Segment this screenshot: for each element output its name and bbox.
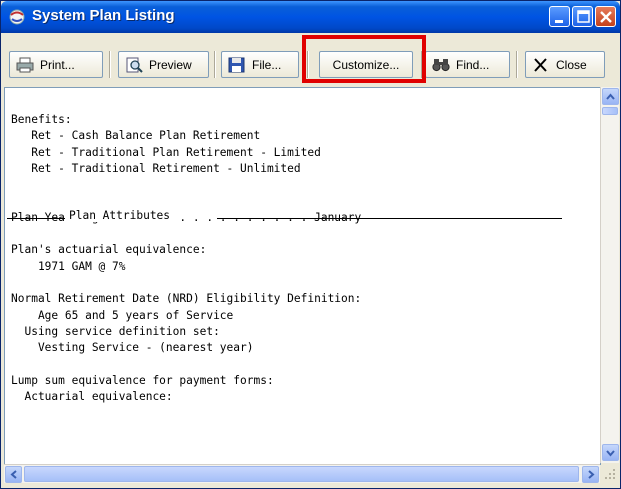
scroll-down-button[interactable] [602,444,619,461]
vertical-scrollbar[interactable] [600,87,619,463]
file-label: File... [252,57,282,72]
print-label: Print... [40,57,75,72]
preview-button[interactable]: Preview [118,51,209,78]
preview-icon [126,57,143,73]
horizontal-scroll-thumb[interactable] [24,466,579,482]
printer-icon [16,57,34,72]
toolbar-separator [516,51,518,78]
horizontal-scrollbar[interactable] [4,464,600,483]
toolbar: Print... Preview File... Customize... Fi… [1,33,620,87]
chevron-left-icon [10,470,17,479]
toolbar-separator [214,51,216,78]
customize-button[interactable]: Customize... [319,51,413,78]
find-button[interactable]: Find... [425,51,510,78]
window-close-button[interactable] [595,6,616,27]
vertical-scroll-thumb[interactable] [602,107,618,115]
chevron-up-icon [606,93,615,100]
minimize-button[interactable] [549,6,570,27]
resize-grip-icon [605,469,615,479]
close-button[interactable]: Close [525,51,605,78]
window-close-icon [600,11,612,23]
section-title: Plan Attributes [65,209,175,222]
chevron-right-icon [588,470,595,479]
window-title: System Plan Listing [32,7,175,24]
section-rule-right [217,218,562,219]
minimize-icon [555,20,563,23]
resize-grip[interactable] [601,465,618,482]
file-button[interactable]: File... [221,51,299,78]
listing-content[interactable]: Benefits: Ret - Cash Balance Plan Retire… [4,87,601,465]
toolbar-separator [421,51,423,78]
close-label: Close [556,57,587,72]
preview-label: Preview [149,57,192,72]
scroll-left-button[interactable] [5,466,22,483]
find-label: Find... [456,57,490,72]
plan-listing-text: Benefits: Ret - Cash Balance Plan Retire… [11,113,362,404]
customize-label: Customize... [332,57,400,72]
app-icon [9,9,25,25]
system-plan-listing-window: System Plan Listing Print... Preview Fil… [0,0,621,489]
binoculars-icon [432,58,450,71]
toolbar-separator [109,51,111,78]
maximize-icon [577,10,590,23]
close-x-icon [534,57,547,72]
scroll-up-button[interactable] [602,88,619,105]
maximize-button[interactable] [572,6,593,27]
section-rule-left [7,218,65,219]
scroll-right-button[interactable] [582,466,599,483]
chevron-down-icon [606,450,615,457]
floppy-disk-icon [228,57,245,72]
toolbar-separator [307,51,309,78]
print-button[interactable]: Print... [9,51,103,78]
title-bar[interactable]: System Plan Listing [1,1,620,33]
